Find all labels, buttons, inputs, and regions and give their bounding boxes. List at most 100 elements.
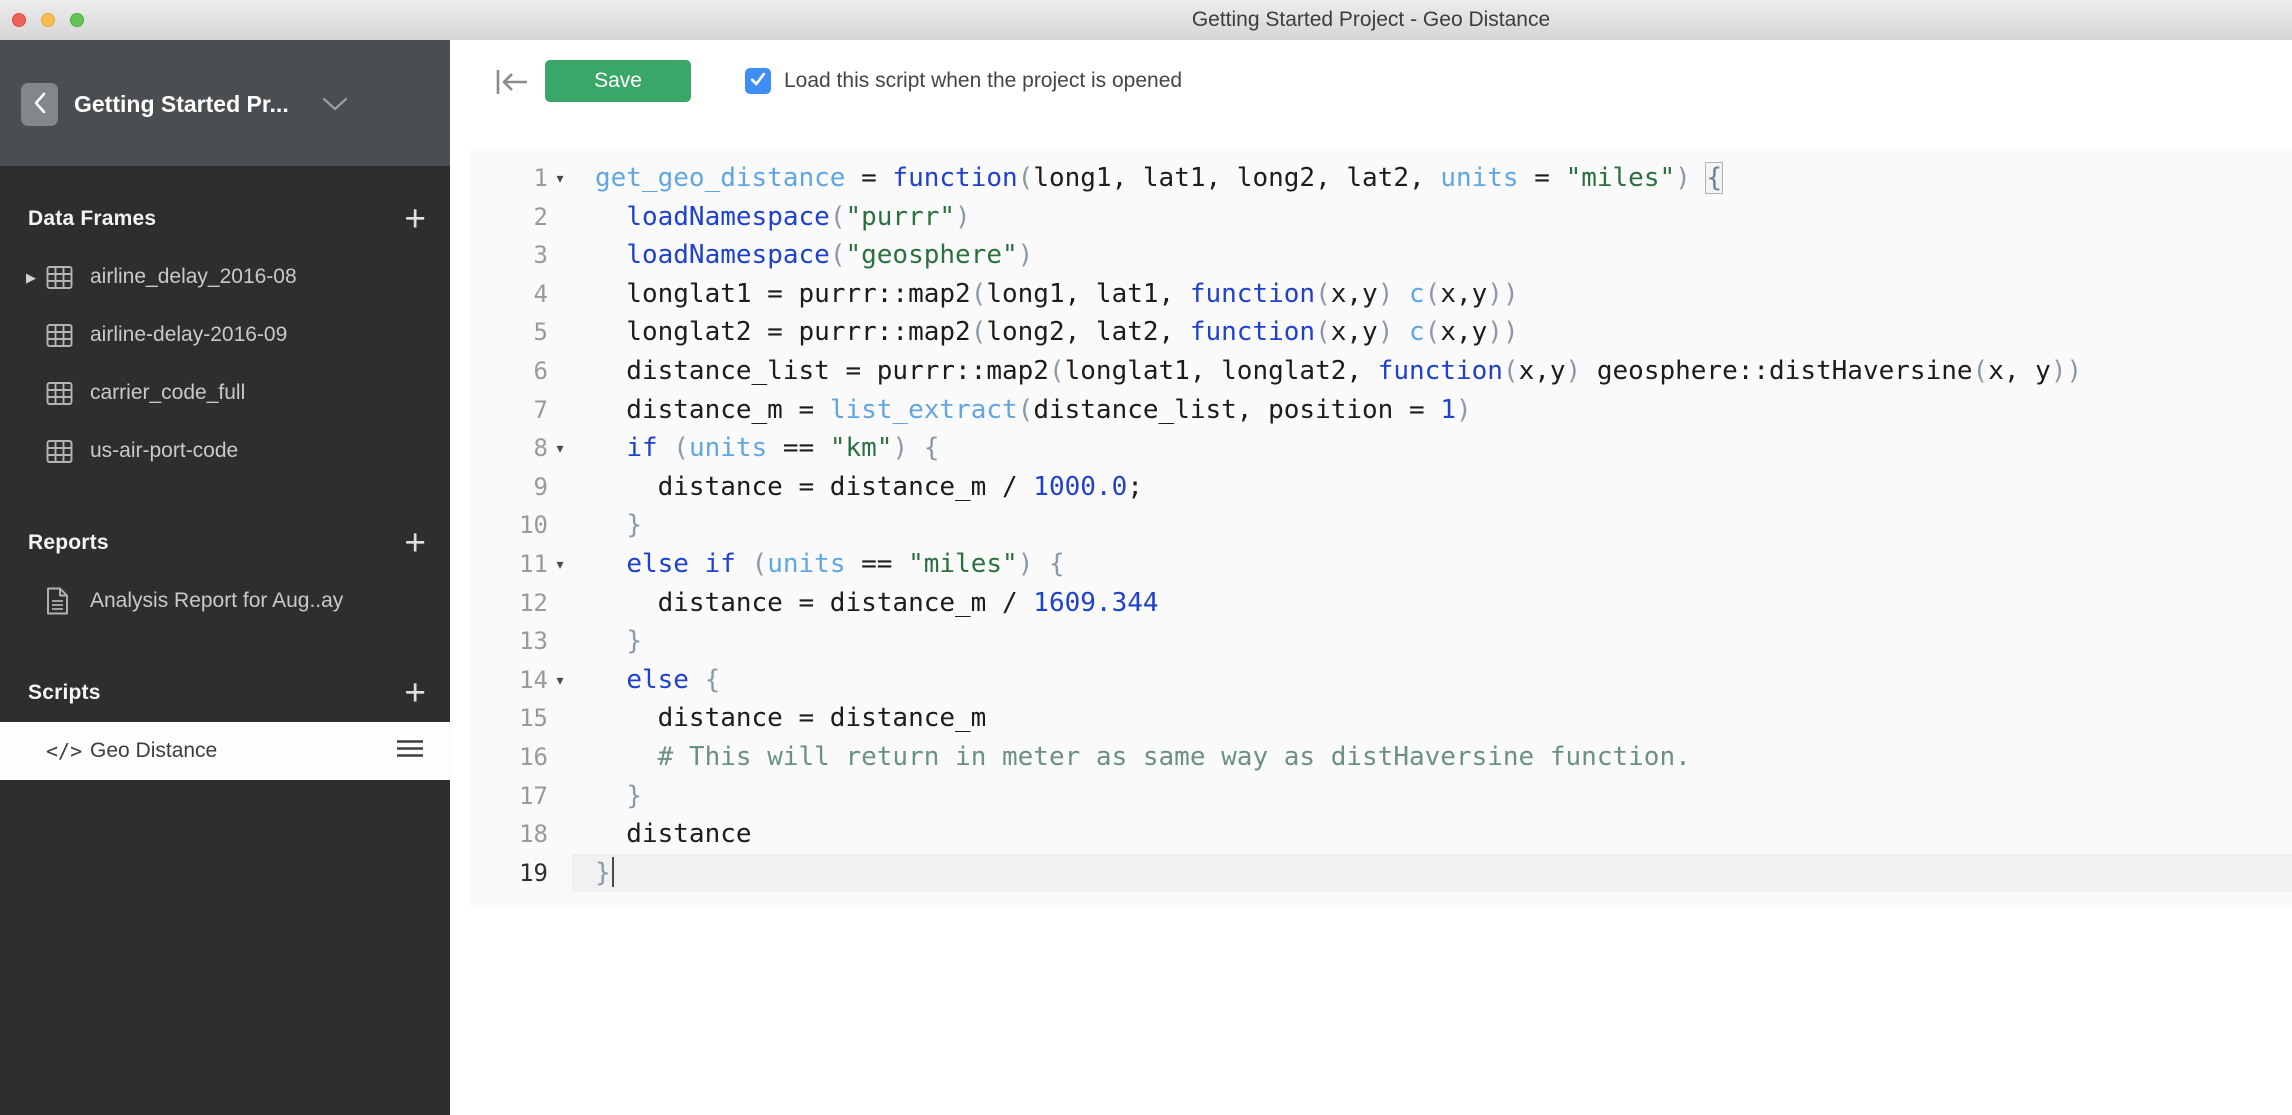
sidebar-item-label: Analysis Report for Aug..ay xyxy=(90,589,343,613)
code-line-14[interactable]: 14▾ else { xyxy=(470,661,2292,700)
code-text: get_geo_distance = function(long1, lat1,… xyxy=(572,159,2292,198)
section-header-reports: Reports+ xyxy=(0,514,450,572)
sidebar-item-label: airline-delay-2016-09 xyxy=(90,323,287,347)
fold-arrow-icon[interactable]: ▾ xyxy=(548,159,572,198)
line-number: 11 xyxy=(470,545,548,584)
sidebar-item-us-air-port-code[interactable]: us-air-port-code xyxy=(0,422,450,480)
code-text: } xyxy=(572,622,2292,661)
checkmark-icon xyxy=(748,69,768,94)
sidebar-item-geo-distance[interactable]: </> Geo Distance xyxy=(0,722,450,780)
section-header-data-frames: Data Frames + xyxy=(0,190,450,248)
sidebar-item-label: us-air-port-code xyxy=(90,439,238,463)
code-line-7[interactable]: 7 distance_m = list_extract(distance_lis… xyxy=(470,391,2292,430)
table-icon xyxy=(46,439,76,464)
fullscreen-button[interactable] xyxy=(70,13,84,27)
fold-gutter-spacer xyxy=(548,777,572,816)
line-number: 15 xyxy=(470,699,548,738)
chevron-down-icon[interactable] xyxy=(322,97,348,117)
code-text: distance = distance_m / 1609.344 xyxy=(572,584,2292,623)
code-editor[interactable]: 1▾get_geo_distance = function(long1, lat… xyxy=(470,150,2292,906)
code-line-15[interactable]: 15 distance = distance_m xyxy=(470,699,2292,738)
line-number: 18 xyxy=(470,815,548,854)
collapse-sidebar-icon[interactable] xyxy=(494,65,532,104)
fold-arrow-icon[interactable]: ▾ xyxy=(548,545,572,584)
add-reports-button[interactable]: + xyxy=(404,524,426,561)
sidebar-section-data-frames: Data Frames + ▶ airline_delay_2016-08airlin… xyxy=(0,190,450,480)
fold-gutter-spacer xyxy=(548,506,572,545)
code-line-6[interactable]: 6 distance_list = purrr::map2(longlat1, … xyxy=(470,352,2292,391)
code-text: loadNamespace("purrr") xyxy=(572,198,2292,237)
line-number: 12 xyxy=(470,584,548,623)
close-button[interactable] xyxy=(12,13,26,27)
sidebar-item-airline-delay-2016-08[interactable]: ▶ airline_delay_2016-08 xyxy=(0,248,450,306)
code-line-10[interactable]: 10 } xyxy=(470,506,2292,545)
code-line-16[interactable]: 16 # This will return in meter as same w… xyxy=(470,738,2292,777)
fold-arrow-icon[interactable]: ▾ xyxy=(548,429,572,468)
hamburger-menu-icon[interactable] xyxy=(396,739,424,764)
fold-gutter-spacer xyxy=(548,584,572,623)
project-title[interactable]: Getting Started Pr... xyxy=(74,83,289,126)
sidebar-item-label: Geo Distance xyxy=(90,739,217,763)
line-number: 6 xyxy=(470,352,548,391)
code-text: else if (units == "miles") { xyxy=(572,545,2292,584)
line-number: 7 xyxy=(470,391,548,430)
fold-gutter-spacer xyxy=(548,699,572,738)
code-line-19[interactable]: 19} xyxy=(470,854,2292,893)
code-text: loadNamespace("geosphere") xyxy=(572,236,2292,275)
fold-gutter-spacer xyxy=(548,738,572,777)
table-icon xyxy=(46,265,76,290)
fold-gutter-spacer xyxy=(548,275,572,314)
save-button[interactable]: Save xyxy=(545,60,691,102)
code-line-3[interactable]: 3 loadNamespace("geosphere") xyxy=(470,236,2292,275)
expand-triangle-icon[interactable]: ▶ xyxy=(26,271,46,284)
sidebar-item-label: airline_delay_2016-08 xyxy=(90,265,297,289)
code-line-5[interactable]: 5 longlat2 = purrr::map2(long2, lat2, fu… xyxy=(470,313,2292,352)
code-line-2[interactable]: 2 loadNamespace("purrr") xyxy=(470,198,2292,237)
line-number: 4 xyxy=(470,275,548,314)
code-text: distance_list = purrr::map2(longlat1, lo… xyxy=(572,352,2292,391)
section-title: Data Frames xyxy=(28,207,156,231)
sidebar-section-scripts: Scripts+ </> Geo Distance xyxy=(0,664,450,780)
code-line-17[interactable]: 17 } xyxy=(470,777,2292,816)
code-line-4[interactable]: 4 longlat1 = purrr::map2(long1, lat1, fu… xyxy=(470,275,2292,314)
line-number: 16 xyxy=(470,738,548,777)
line-number: 14 xyxy=(470,661,548,700)
code-line-13[interactable]: 13 } xyxy=(470,622,2292,661)
add-scripts-button[interactable]: + xyxy=(404,674,426,711)
code-line-11[interactable]: 11▾ else if (units == "miles") { xyxy=(470,545,2292,584)
code-icon: </> xyxy=(46,739,76,763)
code-line-18[interactable]: 18 distance xyxy=(470,815,2292,854)
code-text: distance_m = list_extract(distance_list,… xyxy=(572,391,2292,430)
code-text: distance xyxy=(572,815,2292,854)
document-icon xyxy=(46,587,76,615)
line-number: 2 xyxy=(470,198,548,237)
code-line-8[interactable]: 8▾ if (units == "km") { xyxy=(470,429,2292,468)
add-data-frames-button[interactable]: + xyxy=(404,200,426,237)
minimize-button[interactable] xyxy=(41,13,55,27)
section-header-scripts: Scripts+ xyxy=(0,664,450,722)
load-script-checkbox-label[interactable]: Load this script when the project is ope… xyxy=(784,68,1182,94)
code-line-9[interactable]: 9 distance = distance_m / 1000.0; xyxy=(470,468,2292,507)
code-text: } xyxy=(572,506,2292,545)
back-button[interactable] xyxy=(21,83,58,126)
sidebar-item-airline-delay-2016-09[interactable]: airline-delay-2016-09 xyxy=(0,306,450,364)
project-header: Getting Started Pr... xyxy=(0,40,450,166)
code-text: } xyxy=(572,854,2292,893)
fold-gutter-spacer xyxy=(548,815,572,854)
fold-arrow-icon[interactable]: ▾ xyxy=(548,661,572,700)
line-number: 3 xyxy=(470,236,548,275)
line-number: 8 xyxy=(470,429,548,468)
load-script-checkbox[interactable] xyxy=(745,68,771,94)
code-text: # This will return in meter as same way … xyxy=(572,738,2292,777)
sidebar-item-carrier-code-full[interactable]: carrier_code_full xyxy=(0,364,450,422)
text-cursor xyxy=(612,857,614,887)
code-line-1[interactable]: 1▾get_geo_distance = function(long1, lat… xyxy=(470,159,2292,198)
sidebar-section-reports: Reports+ Analysis Report for Aug..ay xyxy=(0,514,450,630)
line-number: 9 xyxy=(470,468,548,507)
titlebar: Getting Started Project - Geo Distance xyxy=(0,0,2292,41)
line-number: 10 xyxy=(470,506,548,545)
code-line-12[interactable]: 12 distance = distance_m / 1609.344 xyxy=(470,584,2292,623)
line-number: 5 xyxy=(470,313,548,352)
line-number: 19 xyxy=(470,854,548,893)
sidebar-item-analysis-report-for-aug-ay[interactable]: Analysis Report for Aug..ay xyxy=(0,572,450,630)
